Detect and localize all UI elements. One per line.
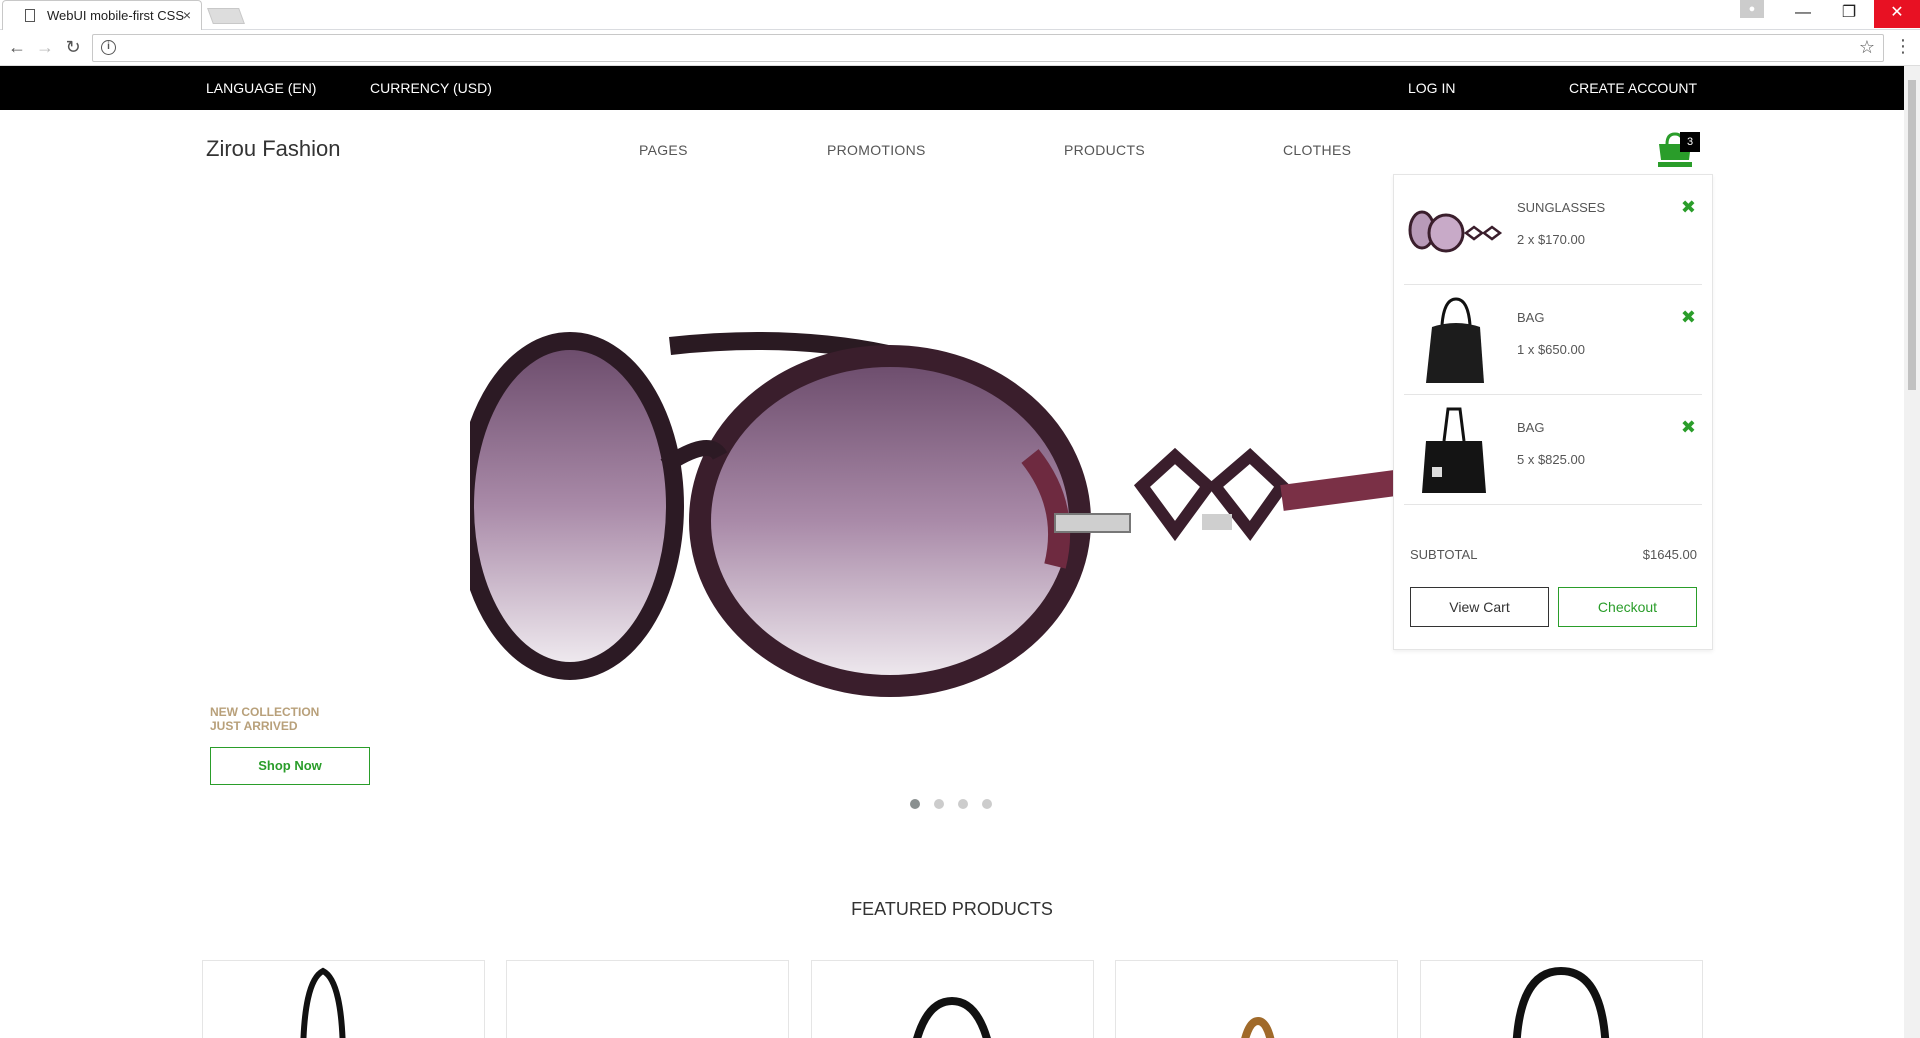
cart-dropdown: SUNGLASSES 2 x $170.00 ✖ BAG 1 x $650.00…: [1393, 174, 1713, 650]
product-card[interactable]: [1420, 960, 1703, 1038]
browser-tab-strip: WebUI mobile-first CSS × ● — ❐ ✕: [0, 0, 1920, 30]
bag-thumbnail: [1422, 407, 1486, 493]
cart-item-name[interactable]: BAG: [1517, 420, 1544, 435]
cart-item-qty: 5 x $825.00: [1517, 452, 1585, 467]
document-icon: [25, 9, 35, 22]
remove-item-icon[interactable]: ✖: [1681, 307, 1696, 328]
cart-item-name[interactable]: SUNGLASSES: [1517, 200, 1605, 215]
subtotal-label: SUBTOTAL: [1410, 547, 1478, 562]
remove-item-icon[interactable]: ✖: [1681, 417, 1696, 438]
featured-products-heading: FEATURED PRODUCTS: [851, 899, 1053, 919]
back-button[interactable]: ←: [6, 37, 28, 58]
site-info-icon[interactable]: i: [101, 40, 116, 55]
close-window-button[interactable]: ✕: [1874, 0, 1920, 28]
forward-button[interactable]: →: [34, 37, 56, 58]
currency-selector[interactable]: CURRENCY (USD): [370, 80, 492, 96]
cart-count-badge: 3: [1680, 132, 1700, 152]
restore-button[interactable]: ❐: [1826, 0, 1872, 28]
create-account-link[interactable]: CREATE ACCOUNT: [1569, 80, 1697, 96]
nav-item-promotions[interactable]: PROMOTIONS: [827, 142, 926, 158]
address-bar-row: ← → ↻ i ☆ ⋮: [0, 30, 1920, 66]
tab-close-icon[interactable]: ×: [183, 7, 191, 23]
login-link[interactable]: LOG IN: [1408, 80, 1455, 96]
view-cart-button[interactable]: View Cart: [1410, 587, 1549, 627]
product-card[interactable]: [506, 960, 789, 1038]
minimize-button[interactable]: —: [1780, 0, 1826, 28]
browser-tab[interactable]: WebUI mobile-first CSS ×: [2, 0, 202, 30]
hero-sunglasses-image: [470, 332, 1410, 697]
slider-dot-1[interactable]: [910, 799, 920, 809]
shop-now-button[interactable]: Shop Now: [210, 747, 370, 785]
reload-button[interactable]: ↻: [62, 37, 84, 58]
product-card[interactable]: [1115, 960, 1398, 1038]
brand-logo[interactable]: Zirou Fashion: [206, 136, 341, 162]
sunglasses-thumbnail: [1408, 210, 1503, 253]
user-profile-icon[interactable]: ●: [1740, 0, 1764, 18]
browser-menu-icon[interactable]: ⋮: [1894, 36, 1912, 57]
tab-title: WebUI mobile-first CSS: [47, 8, 185, 23]
hero-tagline: NEW COLLECTION JUST ARRIVED: [210, 705, 319, 733]
language-selector[interactable]: LANGUAGE (EN): [206, 80, 316, 96]
hero-tagline-line2: JUST ARRIVED: [210, 719, 298, 733]
bookmark-star-icon[interactable]: ☆: [1859, 37, 1875, 58]
cart-item-name[interactable]: BAG: [1517, 310, 1544, 325]
slider-dot-4[interactable]: [982, 799, 992, 809]
cart-item-qty: 2 x $170.00: [1517, 232, 1585, 247]
cart-item: BAG 5 x $825.00 ✖: [1404, 395, 1702, 505]
page-scrollbar[interactable]: [1904, 66, 1920, 1038]
product-card[interactable]: [202, 960, 485, 1038]
hero-tagline-line1: NEW COLLECTION: [210, 705, 320, 719]
nav-item-pages[interactable]: PAGES: [639, 142, 688, 158]
new-tab-button[interactable]: [207, 8, 245, 24]
bag-icon: [913, 996, 991, 1038]
bag-thumbnail: [1426, 297, 1484, 383]
cart-item: BAG 1 x $650.00 ✖: [1404, 285, 1702, 395]
nav-item-products[interactable]: PRODUCTS: [1064, 142, 1145, 158]
top-bar: LANGUAGE (EN) CURRENCY (USD) LOG IN CREA…: [0, 66, 1904, 110]
bag-icon: [1241, 1016, 1275, 1038]
remove-item-icon[interactable]: ✖: [1681, 197, 1696, 218]
slider-dot-3[interactable]: [958, 799, 968, 809]
page-viewport: LANGUAGE (EN) CURRENCY (USD) LOG IN CREA…: [0, 66, 1904, 1038]
checkout-button[interactable]: Checkout: [1558, 587, 1697, 627]
product-card[interactable]: [811, 960, 1094, 1038]
nav-item-clothes[interactable]: CLOTHES: [1283, 142, 1351, 158]
subtotal-value: $1645.00: [1642, 547, 1697, 562]
bag-icon: [300, 967, 346, 1038]
slider-dot-2[interactable]: [934, 799, 944, 809]
cart-item-qty: 1 x $650.00: [1517, 342, 1585, 357]
cart-item: SUNGLASSES 2 x $170.00 ✖: [1404, 175, 1702, 285]
bag-icon: [1512, 966, 1610, 1038]
scrollbar-thumb[interactable]: [1908, 80, 1916, 390]
address-bar[interactable]: i ☆: [92, 34, 1884, 62]
